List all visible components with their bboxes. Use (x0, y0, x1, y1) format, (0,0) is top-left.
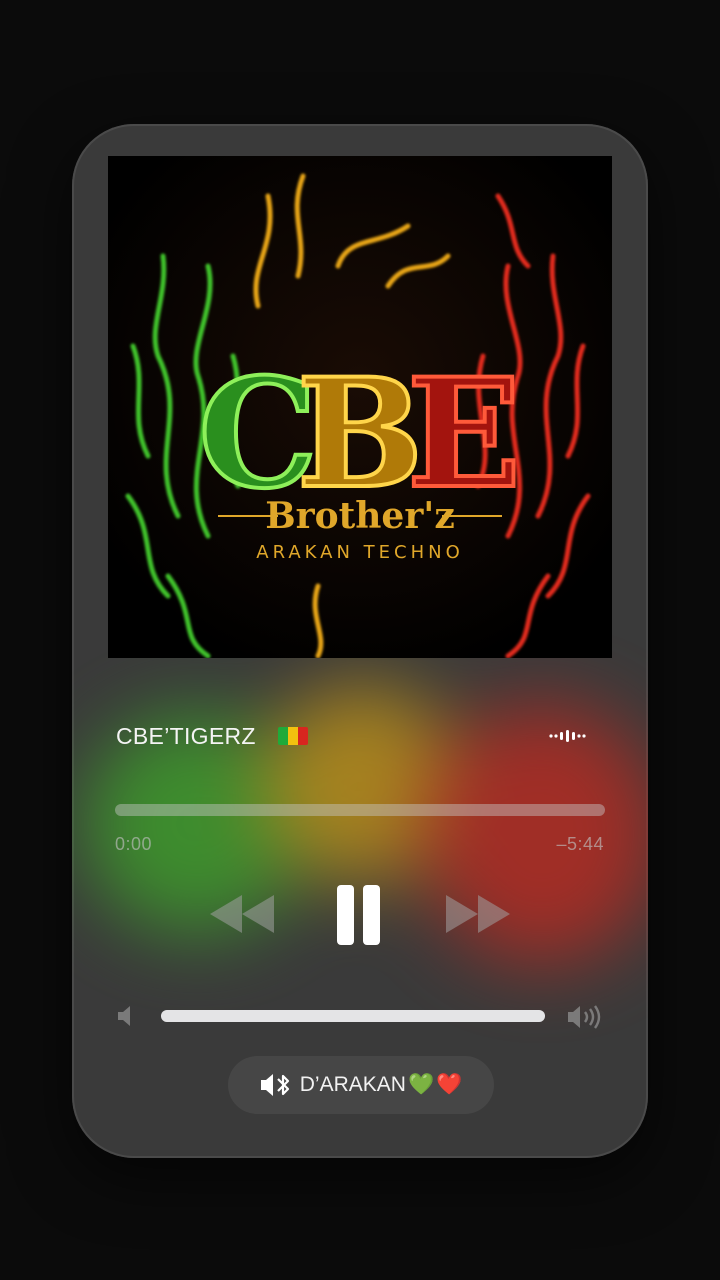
speaker-high-icon[interactable] (566, 1004, 604, 1030)
bluetooth-speaker-icon (260, 1074, 289, 1096)
green-heart-emoji: 💚 (407, 1073, 435, 1096)
track-title[interactable]: CBE’TIGERZ (116, 720, 256, 752)
flag-icon (278, 727, 308, 745)
fast-forward-icon[interactable] (444, 879, 512, 949)
red-heart-emoji: ❤️ (436, 1073, 463, 1096)
track-info: CBE’TIGERZ (116, 720, 606, 752)
speaker-low-icon[interactable] (116, 1004, 138, 1028)
artwork-tagline: ARAKAN TECHNO (256, 542, 464, 563)
audio-waveform-icon[interactable] (548, 729, 588, 743)
artwork-subtitle: Brother'z (265, 495, 455, 537)
output-device-button[interactable]: D’ARAKAN 💚 ❤️ (228, 1056, 494, 1114)
playback-scrubber[interactable] (115, 804, 605, 816)
output-device-label: D’ARAKAN (299, 1073, 406, 1096)
screen: C B E Brother'z ARAKAN TECHNO CBE’TIGERZ (0, 0, 720, 1280)
volume-slider[interactable] (161, 1010, 545, 1022)
volume-level (161, 1010, 545, 1022)
now-playing-card: C B E Brother'z ARAKAN TECHNO CBE’TIGERZ (72, 124, 648, 1158)
remaining-time: –5:44 (556, 834, 604, 854)
artwork-graphic: C B E Brother'z ARAKAN TECHNO (108, 156, 612, 658)
pause-icon[interactable] (334, 879, 386, 949)
elapsed-time: 0:00 (115, 834, 153, 854)
rewind-icon[interactable] (208, 879, 276, 949)
album-artwork: C B E Brother'z ARAKAN TECHNO (108, 156, 612, 658)
